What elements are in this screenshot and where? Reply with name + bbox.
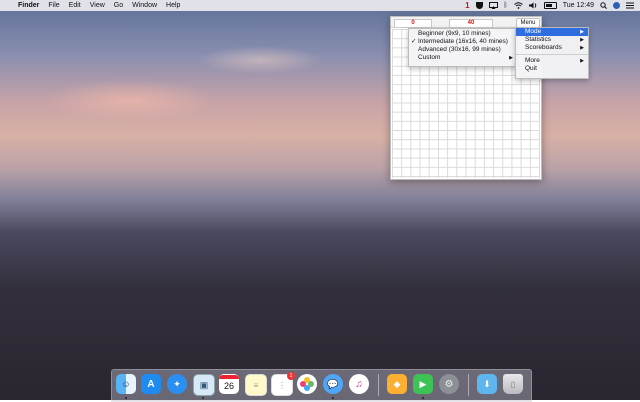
wifi-icon[interactable] [513,2,523,9]
reminders-badge: 1 [287,372,295,380]
notes-icon[interactable]: ≡ [245,374,267,396]
mode-intermediate[interactable]: ✓ Intermediate (16x16, 40 mines) [409,38,517,46]
search-icon[interactable] [600,2,607,9]
menu-item-quit-label: Quit [525,65,537,72]
menu-item-quit[interactable]: Quit [516,65,588,73]
notification-icon[interactable] [626,2,634,9]
menu-help[interactable]: Help [166,0,180,11]
mode-beginner[interactable]: Beginner (9x9, 10 mines) [409,30,517,38]
itunes-icon[interactable]: ♫ [349,374,369,394]
mode-custom-label: Custom [418,54,441,61]
timer-display: 40 [449,19,493,28]
dock: ☺ A ✦ ▣ 26 ≡ ⋮ 1 💬 ♫ ◆ ▶ ⚙ ⬇ ▯ [111,369,532,402]
mode-intermediate-label: Intermediate (16x16, 40 mines) [418,38,508,45]
main-menu: Mode ▶ Statistics ▶ Scoreboards ▶ More ▶… [515,27,589,79]
dock-separator [468,374,469,396]
volume-icon[interactable] [528,2,538,9]
clock-label[interactable]: Tue 12:49 [563,2,594,9]
bluetooth-icon[interactable]: ᛒ [504,0,508,11]
menu-item-more-label: More [525,57,540,64]
safari-icon[interactable]: ✦ [167,374,187,394]
calendar-icon[interactable]: 26 [219,374,239,394]
preview-icon[interactable]: ▣ [193,374,215,396]
submenu-arrow-icon: ▶ [580,45,584,51]
submenu-arrow-icon: ▶ [580,29,584,35]
mode-advanced[interactable]: Advanced (30x16, 99 mines) [409,46,517,54]
submenu-arrow-icon: ▶ [580,58,584,64]
system-preferences-icon[interactable]: ⚙ [439,374,459,394]
menu-separator [516,54,588,55]
menu-edit[interactable]: Edit [69,0,81,11]
menu-item-scoreboards-label: Scoreboards [525,44,562,51]
submenu-arrow-icon: ▶ [580,37,584,43]
menu-app-name[interactable]: Finder [18,0,39,11]
menu-file[interactable]: File [48,0,59,11]
menu-item-scoreboards[interactable]: Scoreboards ▶ [516,44,588,52]
app-store-icon[interactable]: A [141,374,161,394]
messages-icon[interactable]: 💬 [323,374,343,394]
checkmark-icon: ✓ [411,38,417,45]
submenu-arrow-icon: ▶ [509,55,513,61]
menu-view[interactable]: View [90,0,105,11]
menu-item-mode[interactable]: Mode ▶ [516,28,588,36]
mode-custom[interactable]: Custom ▶ [409,54,517,62]
finder-icon[interactable]: ☺ [116,374,136,394]
downloads-folder-icon[interactable]: ⬇ [477,374,497,394]
photos-icon[interactable] [297,374,317,394]
mode-advanced-label: Advanced (30x16, 99 mines) [418,46,501,53]
siri-icon[interactable] [613,2,620,9]
mode-beginner-label: Beginner (9x9, 10 mines) [418,30,491,37]
menu-bar: Finder File Edit View Go Window Help 1 ᛒ… [0,0,640,11]
menu-item-more[interactable]: More ▶ [516,57,588,65]
shield-icon[interactable] [475,2,483,9]
menu-item-statistics[interactable]: Statistics ▶ [516,36,588,44]
calendar-day: 26 [223,381,234,391]
menu-go[interactable]: Go [114,0,123,11]
mine-counter: 0 [394,19,432,28]
running-indicator [332,397,334,399]
running-indicator [202,397,204,399]
trash-icon[interactable]: ▯ [503,374,523,394]
facetime-icon[interactable]: ▶ [413,374,433,394]
photos-flower-icon [300,377,314,391]
dock-separator [378,374,379,396]
battery-icon[interactable] [543,2,557,9]
reminders-icon[interactable]: ⋮ 1 [271,372,295,396]
sketch-icon[interactable]: ◆ [387,374,407,394]
airplay-icon[interactable] [488,2,498,9]
menu-item-mode-label: Mode [525,28,542,35]
mode-submenu: Beginner (9x9, 10 mines) ✓ Intermediate … [408,28,518,67]
minesweeper-icon[interactable]: 1 [465,0,469,11]
running-indicator [422,397,424,399]
menu-item-statistics-label: Statistics [525,36,552,43]
menu-window[interactable]: Window [132,0,157,11]
running-indicator [125,397,127,399]
